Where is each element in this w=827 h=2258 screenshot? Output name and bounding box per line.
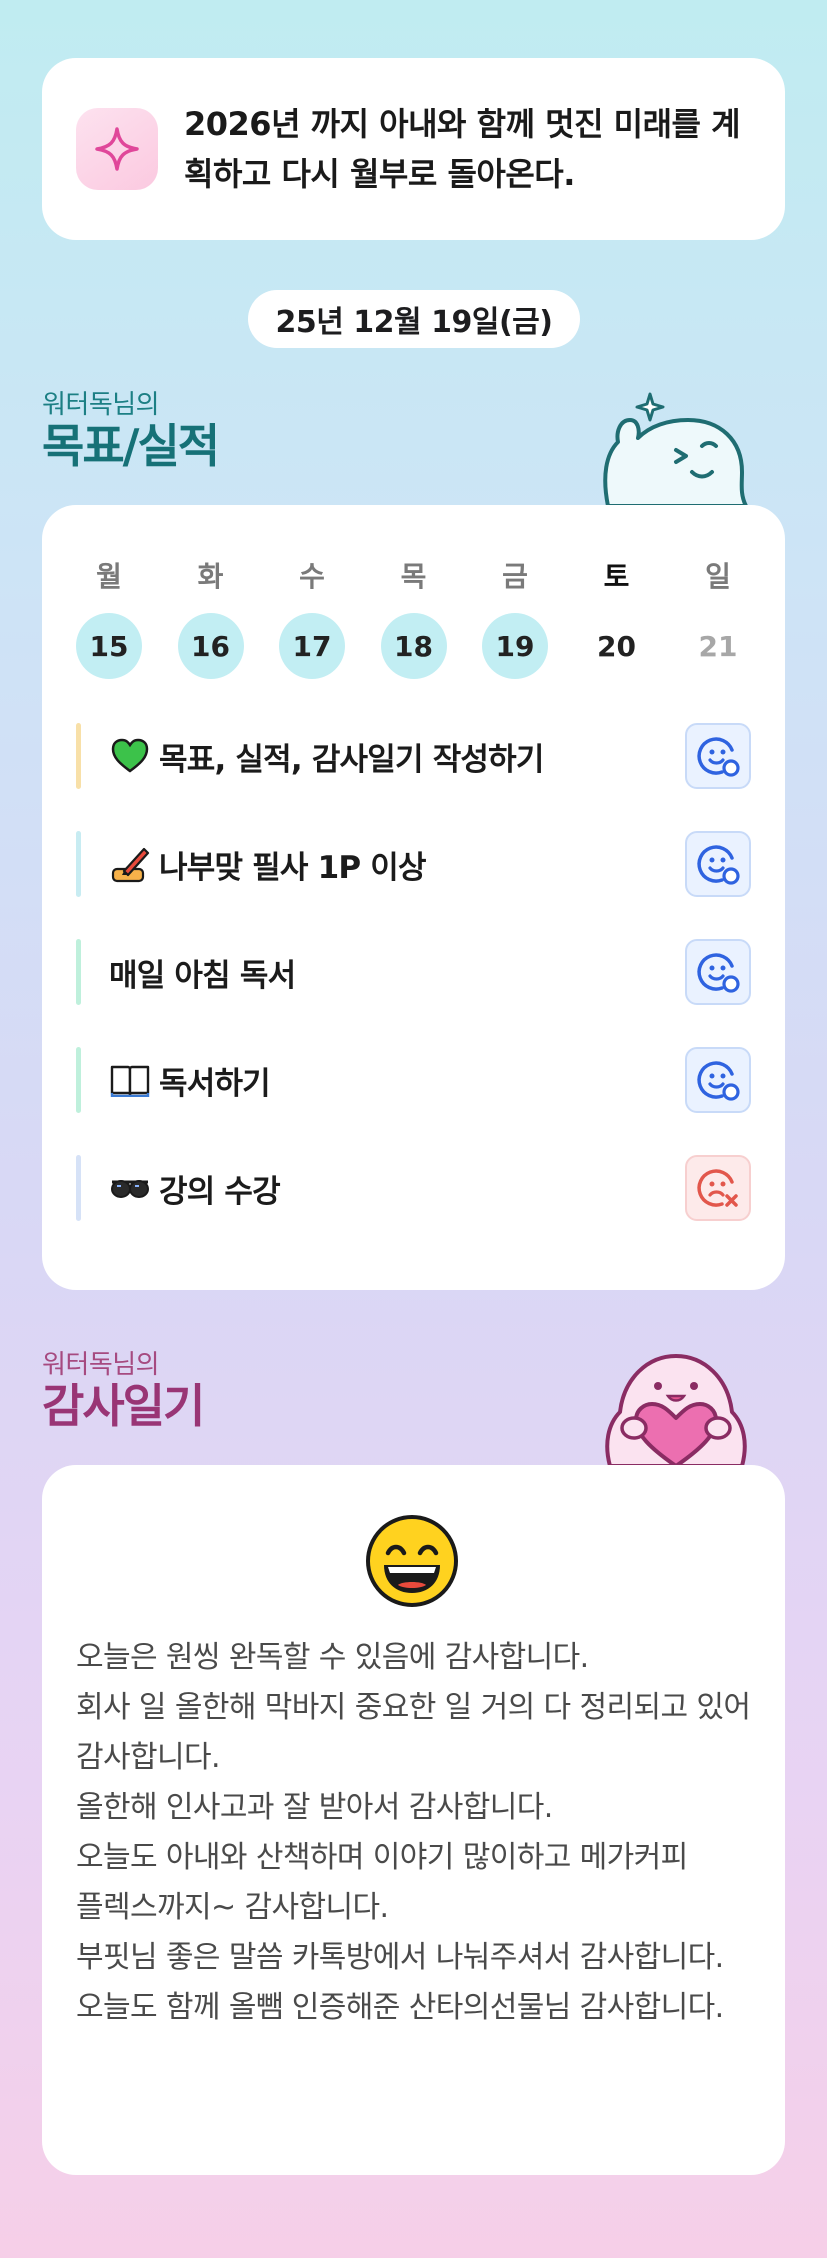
task-label: 독서하기 [159, 1065, 271, 1102]
open-book-icon [109, 1059, 151, 1101]
task-item[interactable]: 나부맞 필사 1P 이상 [76, 831, 751, 897]
day-number: 20 [597, 629, 636, 663]
task-label: 매일 아침 독서 [109, 957, 296, 994]
gratitude-text: 오늘은 원씽 완독할 수 있음에 감사합니다. 회사 일 올한해 막바지 중요한… [76, 1640, 751, 2025]
day-wed[interactable]: 수 17 [279, 555, 345, 679]
task-color-bar [76, 723, 81, 789]
goal-card: 2026년 까지 아내와 함께 멋진 미래를 계획하고 다시 월부로 돌아온다. [42, 58, 785, 240]
gratitude-card: 오늘은 원씽 완독할 수 있음에 감사합니다. 회사 일 올한해 막바지 중요한… [42, 1465, 785, 2175]
day-thu[interactable]: 목 18 [380, 555, 447, 679]
date-pill: 25년 12월 19일(금) [248, 290, 580, 348]
smile-check-icon [697, 845, 740, 885]
week-strip: 월 15 화 16 수 17 목 18 금 19 토 20 일 21 [76, 555, 751, 679]
task-label: 나부맞 필사 1P 이상 [159, 849, 427, 886]
mascot-thumbs-up-icon [596, 380, 756, 508]
goal-text: 2026년 까지 아내와 함께 멋진 미래를 계획하고 다시 월부로 돌아온다. [184, 105, 741, 193]
task-item[interactable]: 강의 수강 [76, 1155, 751, 1221]
status-done-button[interactable] [685, 723, 751, 789]
day-name: 화 [197, 560, 224, 593]
task-item[interactable]: 독서하기 [76, 1047, 751, 1113]
goals-section-title: 목표/실적 [42, 419, 220, 473]
day-number: 19 [482, 613, 548, 679]
frown-x-icon [697, 1169, 738, 1207]
day-name: 일 [705, 560, 731, 593]
smile-check-icon [697, 1061, 740, 1101]
task-color-bar [76, 1155, 81, 1221]
day-number: 17 [279, 613, 345, 679]
day-name: 토 [603, 560, 630, 593]
status-done-button[interactable] [685, 939, 751, 1005]
day-tue[interactable]: 화 16 [177, 555, 244, 679]
task-item[interactable]: 목표, 실적, 감사일기 작성하기 [76, 723, 751, 789]
smile-check-icon [697, 737, 740, 777]
day-number: 18 [380, 613, 447, 679]
task-label: 목표, 실적, 감사일기 작성하기 [159, 741, 544, 778]
status-done-button[interactable] [685, 1047, 751, 1113]
task-item[interactable]: 매일 아침 독서 [76, 939, 751, 1005]
diary-section-title: 감사일기 [42, 1379, 205, 1433]
day-name: 월 [96, 560, 122, 593]
smile-check-icon [697, 953, 740, 993]
day-number: 16 [177, 613, 244, 679]
goals-card: 월 15 화 16 수 17 목 18 금 19 토 20 일 21 목표, 실… [42, 505, 785, 1290]
green-heart-icon [109, 735, 151, 777]
status-missed-button[interactable] [685, 1155, 751, 1221]
day-sun[interactable]: 일 21 [685, 555, 751, 679]
writing-hand-icon [109, 843, 151, 885]
mascot-heart-icon [596, 1340, 756, 1468]
day-name: 금 [502, 560, 528, 593]
day-sat[interactable]: 토 20 [584, 555, 650, 679]
day-name: 수 [299, 560, 325, 593]
task-label: 강의 수강 [159, 1173, 281, 1210]
day-mon[interactable]: 월 15 [76, 555, 142, 679]
day-number: 21 [698, 629, 738, 663]
task-color-bar [76, 1047, 81, 1113]
day-name: 목 [400, 560, 427, 593]
day-fri[interactable]: 금 19 [482, 555, 548, 679]
grinning-face-icon [364, 1513, 460, 1609]
sparkle-icon [76, 108, 158, 190]
day-number: 15 [76, 613, 142, 679]
task-color-bar [76, 831, 81, 897]
task-color-bar [76, 939, 81, 1005]
status-done-button[interactable] [685, 831, 751, 897]
sunglasses-icon [109, 1167, 151, 1209]
